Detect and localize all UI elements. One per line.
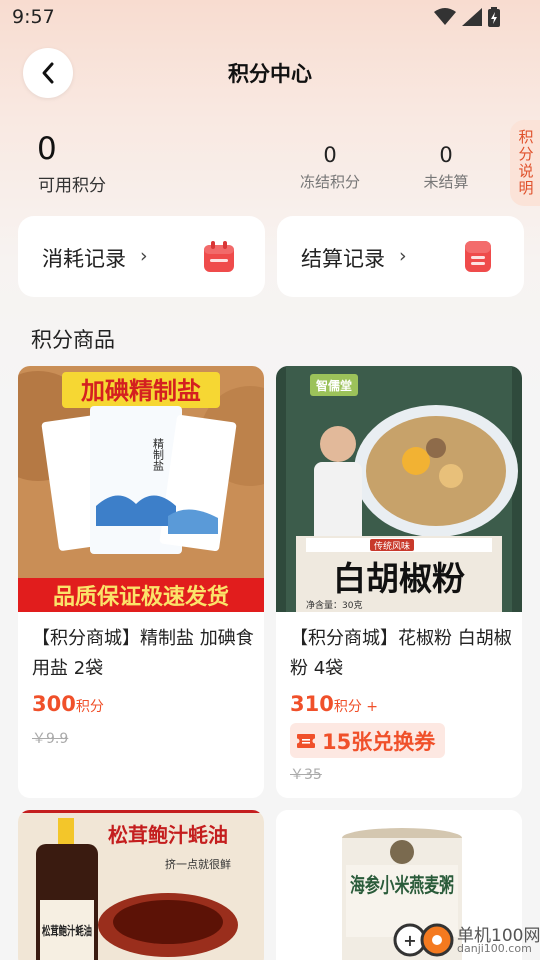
available-points-value: 0 bbox=[37, 131, 57, 167]
watermark-url: danji100.com bbox=[457, 942, 532, 955]
product-original-price: ￥9.9 bbox=[32, 731, 69, 747]
product-image-top-text: 加碘精制盐 bbox=[81, 377, 201, 405]
settle-records-label: 结算记录 bbox=[301, 247, 385, 271]
product-image-tag-text: 传统风味 bbox=[374, 540, 410, 552]
signal-icon bbox=[462, 8, 482, 26]
chevron-right-icon: › bbox=[399, 245, 407, 267]
unsettled-points: 0 未结算 bbox=[406, 143, 486, 192]
product-name: 【积分商城】精制盐 加碘食用盐 2袋 bbox=[32, 628, 254, 679]
product-name: 【积分商城】花椒粉 白胡椒粉 4袋 bbox=[290, 628, 512, 679]
frozen-points-label: 冻结积分 bbox=[299, 173, 360, 191]
product-image: 加碘精制盐 精制盐 品质保证极速发货 bbox=[18, 366, 264, 612]
product-points-unit: 积分 bbox=[75, 699, 104, 715]
product-image-bottom-text: 品质保证极速发货 bbox=[53, 584, 229, 610]
page-title: 积分中心 bbox=[228, 62, 312, 86]
product-card[interactable]: 加碘精制盐 精制盐 品质保证极速发货 【积分商城】精制盐 加碘食用盐 2袋 30… bbox=[18, 366, 264, 798]
product-card[interactable]: 智儒堂 传统风味 白胡椒粉 净含量：30克 【积分商城】花椒粉 白胡椒粉 4袋 … bbox=[276, 366, 522, 798]
frozen-points: 0 冻结积分 bbox=[290, 143, 370, 192]
product-image: 智儒堂 传统风味 白胡椒粉 净含量：30克 bbox=[276, 366, 522, 612]
product-original-price: ￥35 bbox=[290, 767, 322, 783]
unsettled-points-value: 0 bbox=[439, 143, 453, 167]
product-price: 310积分 + bbox=[290, 692, 378, 716]
product-card[interactable]: 松茸鲍汁蚝油 挤一点就很鲜 松茸鲍汁蚝油 bbox=[18, 810, 264, 960]
product-image-brand-text: 智儒堂 bbox=[315, 378, 352, 393]
consume-records-card[interactable]: 消耗记录 › bbox=[18, 216, 265, 297]
consume-records-label: 消耗记录 bbox=[42, 247, 126, 271]
watermark-logo: + 单机100网 danji100.com bbox=[393, 918, 540, 960]
product-image: 松茸鲍汁蚝油 挤一点就很鲜 松茸鲍汁蚝油 bbox=[18, 810, 264, 960]
product-image-bottle-text: 松茸鲍汁蚝油 bbox=[42, 923, 92, 938]
wifi-icon bbox=[434, 8, 456, 25]
product-image-sub-text: 挤一点就很鲜 bbox=[165, 857, 231, 871]
frozen-points-value: 0 bbox=[323, 143, 337, 167]
document-icon bbox=[465, 241, 491, 272]
header: 积分中心 bbox=[0, 44, 540, 100]
product-image-title-text: 松茸鲍汁蚝油 bbox=[108, 823, 228, 847]
product-points-unit: 积分 + bbox=[333, 699, 379, 715]
section-title: 积分商品 bbox=[31, 328, 115, 352]
product-points: 300 bbox=[32, 692, 76, 716]
points-summary: 0 可用积分 0 冻结积分 0 未结算 bbox=[0, 125, 540, 205]
points-rules-label: 积分说明 bbox=[518, 128, 534, 197]
calendar-icon bbox=[204, 241, 234, 272]
status-bar: 9:57 bbox=[0, 0, 540, 36]
points-rules-tab[interactable]: 积分说明 bbox=[510, 120, 540, 206]
product-image-title-text: 海参小米燕麦粥 bbox=[350, 873, 454, 897]
available-points-label: 可用积分 bbox=[38, 176, 106, 196]
battery-icon bbox=[488, 7, 500, 27]
status-time: 9:57 bbox=[12, 6, 55, 28]
status-icons bbox=[434, 7, 500, 27]
product-image-weight-text: 净含量：30克 bbox=[306, 599, 362, 611]
coupon-text: 15张兑换券 bbox=[322, 729, 436, 754]
ticket-icon bbox=[297, 733, 315, 748]
unsettled-points-label: 未结算 bbox=[423, 173, 469, 191]
product-points: 310 bbox=[290, 692, 334, 716]
product-image-main-text: 白胡椒粉 bbox=[333, 559, 465, 598]
product-image-pack-text: 精制盐 bbox=[152, 438, 165, 471]
watermark-icon: + bbox=[393, 923, 454, 957]
settle-records-card[interactable]: 结算记录 › bbox=[277, 216, 524, 297]
product-price: 300积分 bbox=[32, 692, 104, 716]
chevron-right-icon: › bbox=[140, 245, 148, 267]
coupon-badge: 15张兑换券 bbox=[290, 723, 446, 758]
svg-text:+: + bbox=[403, 931, 416, 950]
